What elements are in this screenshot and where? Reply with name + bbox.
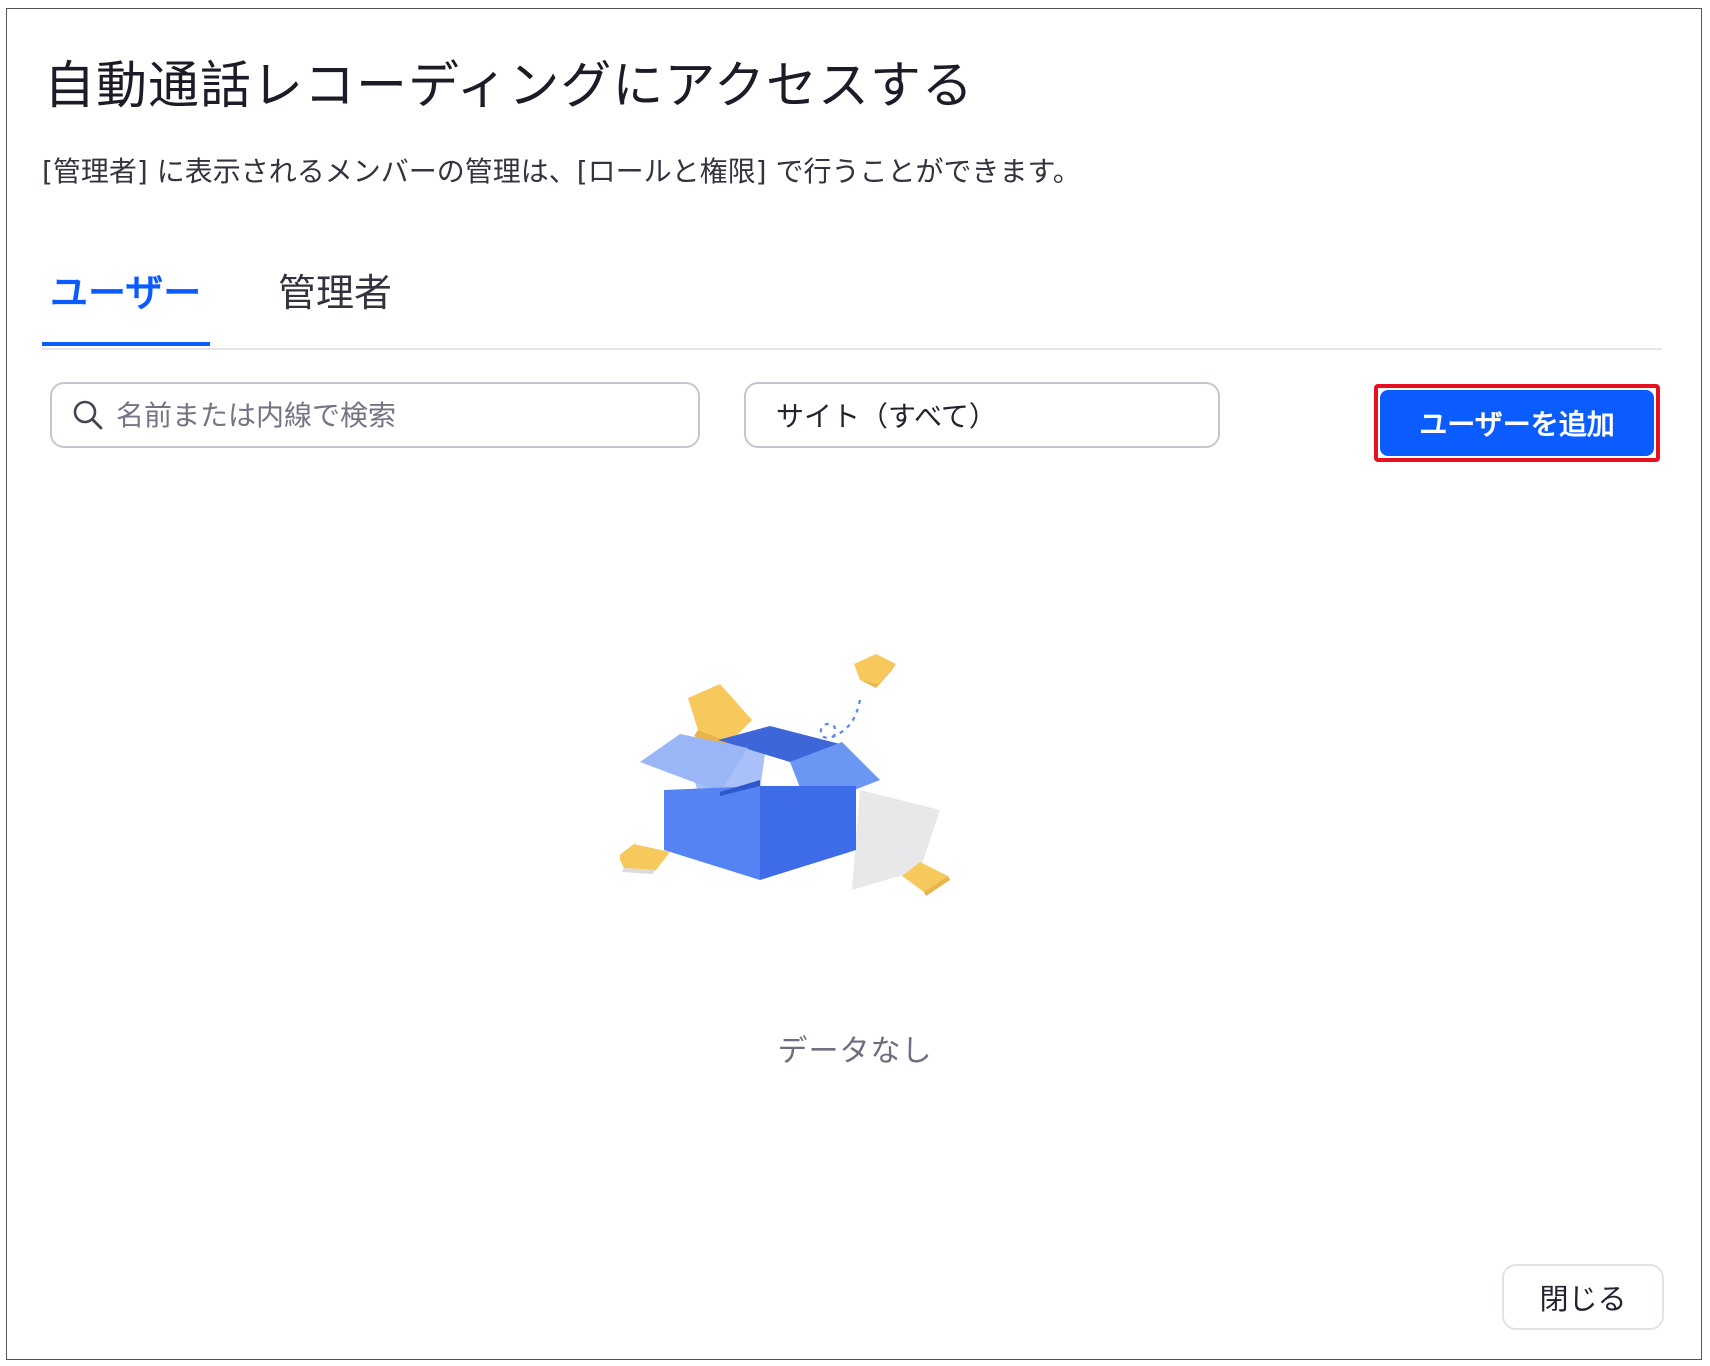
tab-admins[interactable]: 管理者 xyxy=(270,262,400,346)
dialog-description: [管理者] に表示されるメンバーの管理は、[ロールと権限] で行うことができます… xyxy=(42,155,1081,188)
search-box[interactable] xyxy=(50,382,700,448)
dialog-title: 自動通話レコーディングにアクセスする xyxy=(44,57,974,116)
empty-state-message: データなし xyxy=(777,1034,933,1069)
tab-bar: ユーザー 管理者 xyxy=(42,262,1662,350)
search-input[interactable] xyxy=(114,397,678,433)
tab-users[interactable]: ユーザー xyxy=(42,262,210,346)
empty-box-icon xyxy=(620,654,950,896)
site-filter-value: サイト（すべて） xyxy=(776,400,997,433)
close-button[interactable]: 閉じる xyxy=(1502,1264,1664,1330)
search-icon xyxy=(73,400,103,430)
add-user-button[interactable]: ユーザーを追加 xyxy=(1380,390,1654,456)
site-filter-select[interactable]: サイト（すべて） xyxy=(744,382,1220,448)
